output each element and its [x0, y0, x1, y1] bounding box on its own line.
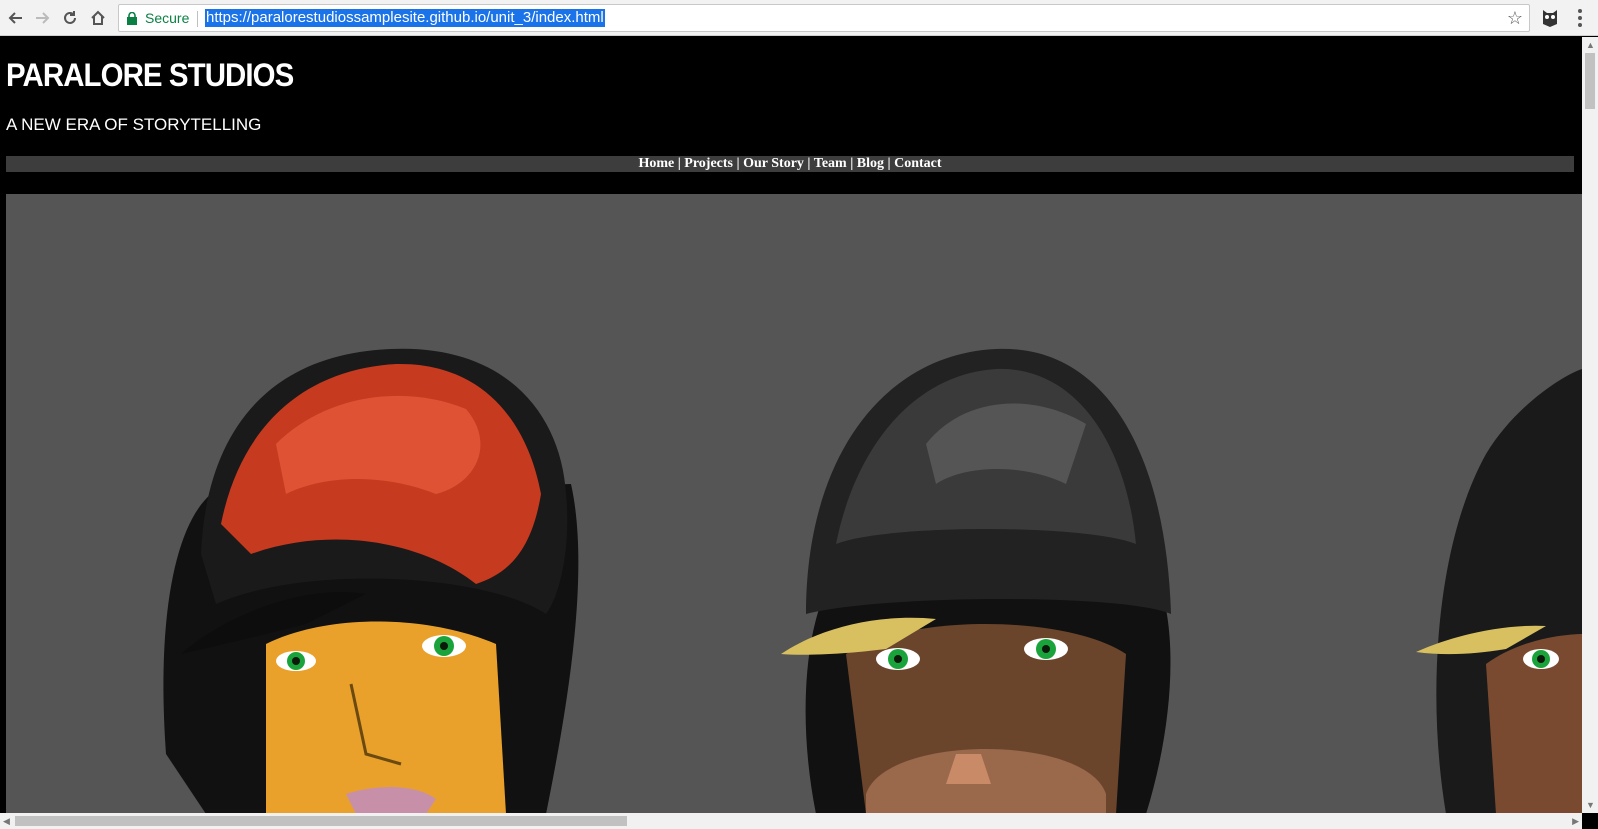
scroll-left-arrow-icon[interactable]: ◀ — [3, 813, 10, 829]
browser-menu-button[interactable] — [1570, 6, 1590, 30]
nav-separator: | — [884, 156, 895, 171]
hero-illustration — [163, 348, 1582, 813]
back-arrow-icon — [8, 12, 22, 24]
character-right-partial — [1416, 369, 1582, 813]
browser-toolbar: Secure https://paralorestudiossamplesite… — [0, 0, 1598, 36]
secure-label: Secure — [145, 10, 190, 26]
lock-icon — [127, 12, 137, 25]
scroll-right-arrow-icon[interactable]: ▶ — [1572, 813, 1579, 829]
site-navbar: Home | Projects | Our Story | Team | Blo… — [6, 156, 1574, 172]
home-icon — [91, 10, 105, 25]
site-title: PARALORE STUDIOS — [6, 57, 294, 93]
url-text[interactable]: https://paralorestudiossamplesite.github… — [205, 9, 605, 27]
nav-separator: | — [733, 156, 744, 171]
extension-owl-icon[interactable] — [1542, 8, 1558, 28]
forward-arrow-icon — [36, 12, 50, 24]
nav-link-blog[interactable]: Blog — [857, 156, 884, 171]
hero-artwork — [6, 194, 1582, 813]
reload-icon — [64, 11, 76, 24]
omnibox-divider — [197, 11, 198, 27]
vertical-scrollbar[interactable]: ▲ ▼ — [1582, 37, 1598, 813]
character-red-beanie — [163, 348, 579, 813]
nav-link-projects[interactable]: Projects — [684, 156, 733, 171]
menu-dot-icon — [1578, 9, 1582, 13]
forward-button[interactable] — [30, 6, 54, 30]
scroll-up-arrow-icon[interactable]: ▲ — [1586, 37, 1595, 53]
nav-separator: | — [846, 156, 857, 171]
scroll-down-arrow-icon[interactable]: ▼ — [1586, 797, 1595, 813]
menu-dot-icon — [1578, 23, 1582, 27]
nav-link-home[interactable]: Home — [638, 156, 674, 171]
vertical-scroll-thumb[interactable] — [1585, 53, 1595, 109]
character-dark-beanie — [781, 348, 1171, 813]
back-button[interactable] — [4, 6, 28, 30]
bookmark-star-icon[interactable]: ☆ — [1507, 8, 1523, 29]
site-tagline: A NEW ERA OF STORYTELLING — [6, 115, 262, 134]
nav-link-contact[interactable]: Contact — [894, 156, 941, 171]
nav-separator: | — [674, 156, 685, 171]
nav-separator: | — [803, 156, 814, 171]
web-page: PARALORE STUDIOS A NEW ERA OF STORYTELLI… — [0, 37, 1582, 813]
menu-dot-icon — [1578, 16, 1582, 20]
horizontal-scroll-thumb[interactable] — [15, 816, 627, 826]
reload-button[interactable] — [58, 6, 82, 30]
address-bar[interactable]: Secure https://paralorestudiossamplesite… — [118, 4, 1530, 32]
nav-link-our-story[interactable]: Our Story — [743, 156, 804, 171]
nav-link-team[interactable]: Team — [814, 156, 847, 171]
horizontal-scrollbar[interactable]: ◀ ▶ — [0, 813, 1582, 829]
home-button[interactable] — [86, 6, 110, 30]
